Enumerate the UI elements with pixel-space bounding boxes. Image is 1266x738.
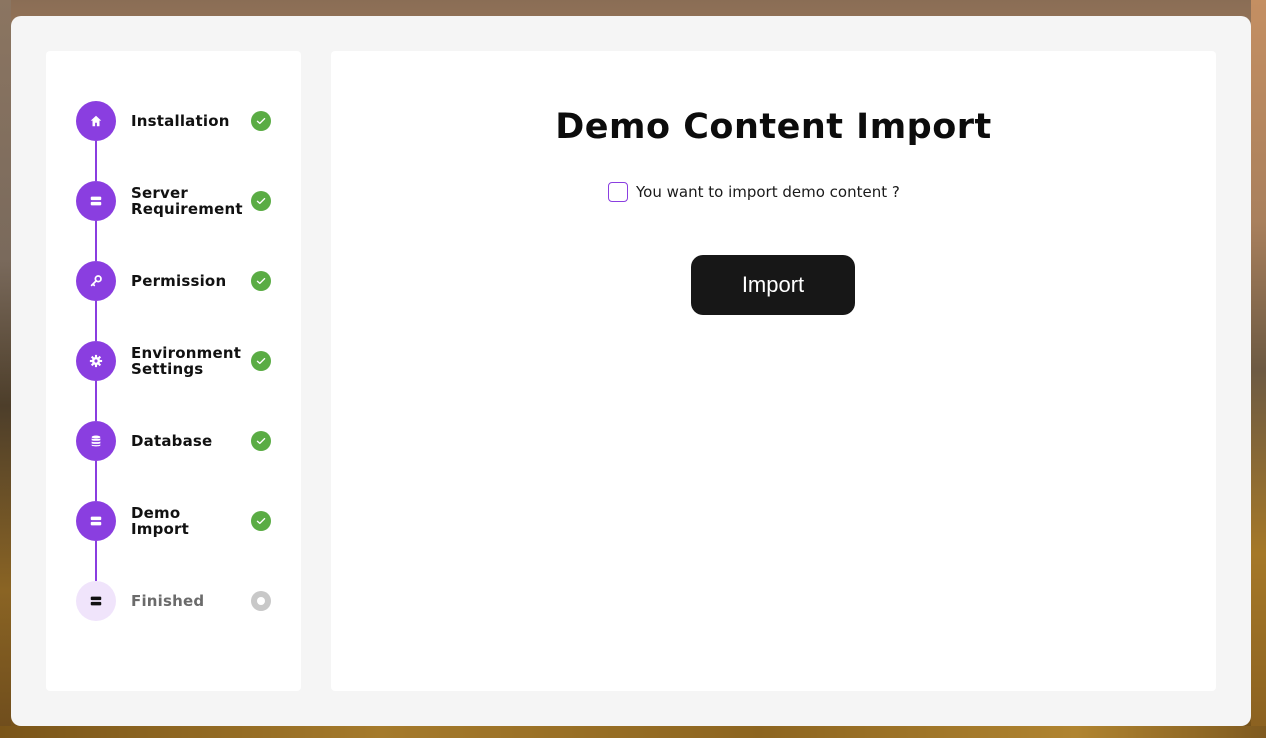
key-icon [90,275,102,287]
step-permission[interactable]: Permission [76,261,276,341]
background-left [0,0,11,738]
import-button[interactable]: Import [691,255,855,315]
step-label: Permission [131,272,227,290]
server-icon [90,196,102,206]
step-circle [76,261,116,301]
step-connector [95,461,97,501]
import-demo-checkbox[interactable] [608,182,628,202]
step-circle [76,581,116,621]
step-connector [95,381,97,421]
check-icon [251,511,271,531]
pending-icon [251,591,271,611]
database-icon [91,435,101,447]
check-icon [251,351,271,371]
check-icon [251,191,271,211]
check-icon [251,431,271,451]
step-demo-import[interactable]: Demo Import [76,501,276,581]
step-server-requirement[interactable]: Server Requirement [76,181,276,261]
step-label: Demo Import [131,504,190,538]
step-database[interactable]: Database [76,421,276,501]
import-demo-checkbox-row[interactable]: You want to import demo content ? [608,181,900,203]
import-demo-checkbox-label: You want to import demo content ? [636,183,900,201]
home-icon [90,115,102,127]
step-circle [76,341,116,381]
main-panel: Demo Content Import You want to import d… [331,51,1216,691]
server-icon [90,596,102,606]
step-circle [76,421,116,461]
step-label: Installation [131,112,230,130]
step-label: Server Requirement [131,184,243,218]
step-finished[interactable]: Finished [76,581,276,621]
step-connector [95,141,97,181]
check-icon [251,111,271,131]
step-installation[interactable]: Installation [76,101,276,181]
server-icon [90,516,102,526]
step-connector [95,541,97,581]
step-circle [76,101,116,141]
step-label: Finished [131,592,205,610]
step-circle [76,181,116,221]
check-icon [251,271,271,291]
step-circle [76,501,116,541]
gear-icon [89,354,103,368]
page-title: Demo Content Import [555,107,992,147]
installer-card: Installation Server Requirement Permissi… [11,16,1251,726]
background-bottom [0,726,1266,738]
step-connector [95,221,97,261]
background-right [1251,0,1266,738]
step-label: Environment Settings [131,344,242,378]
step-environment-settings[interactable]: Environment Settings [76,341,276,421]
steps-sidebar: Installation Server Requirement Permissi… [46,51,301,691]
step-label: Database [131,432,213,450]
step-connector [95,301,97,341]
